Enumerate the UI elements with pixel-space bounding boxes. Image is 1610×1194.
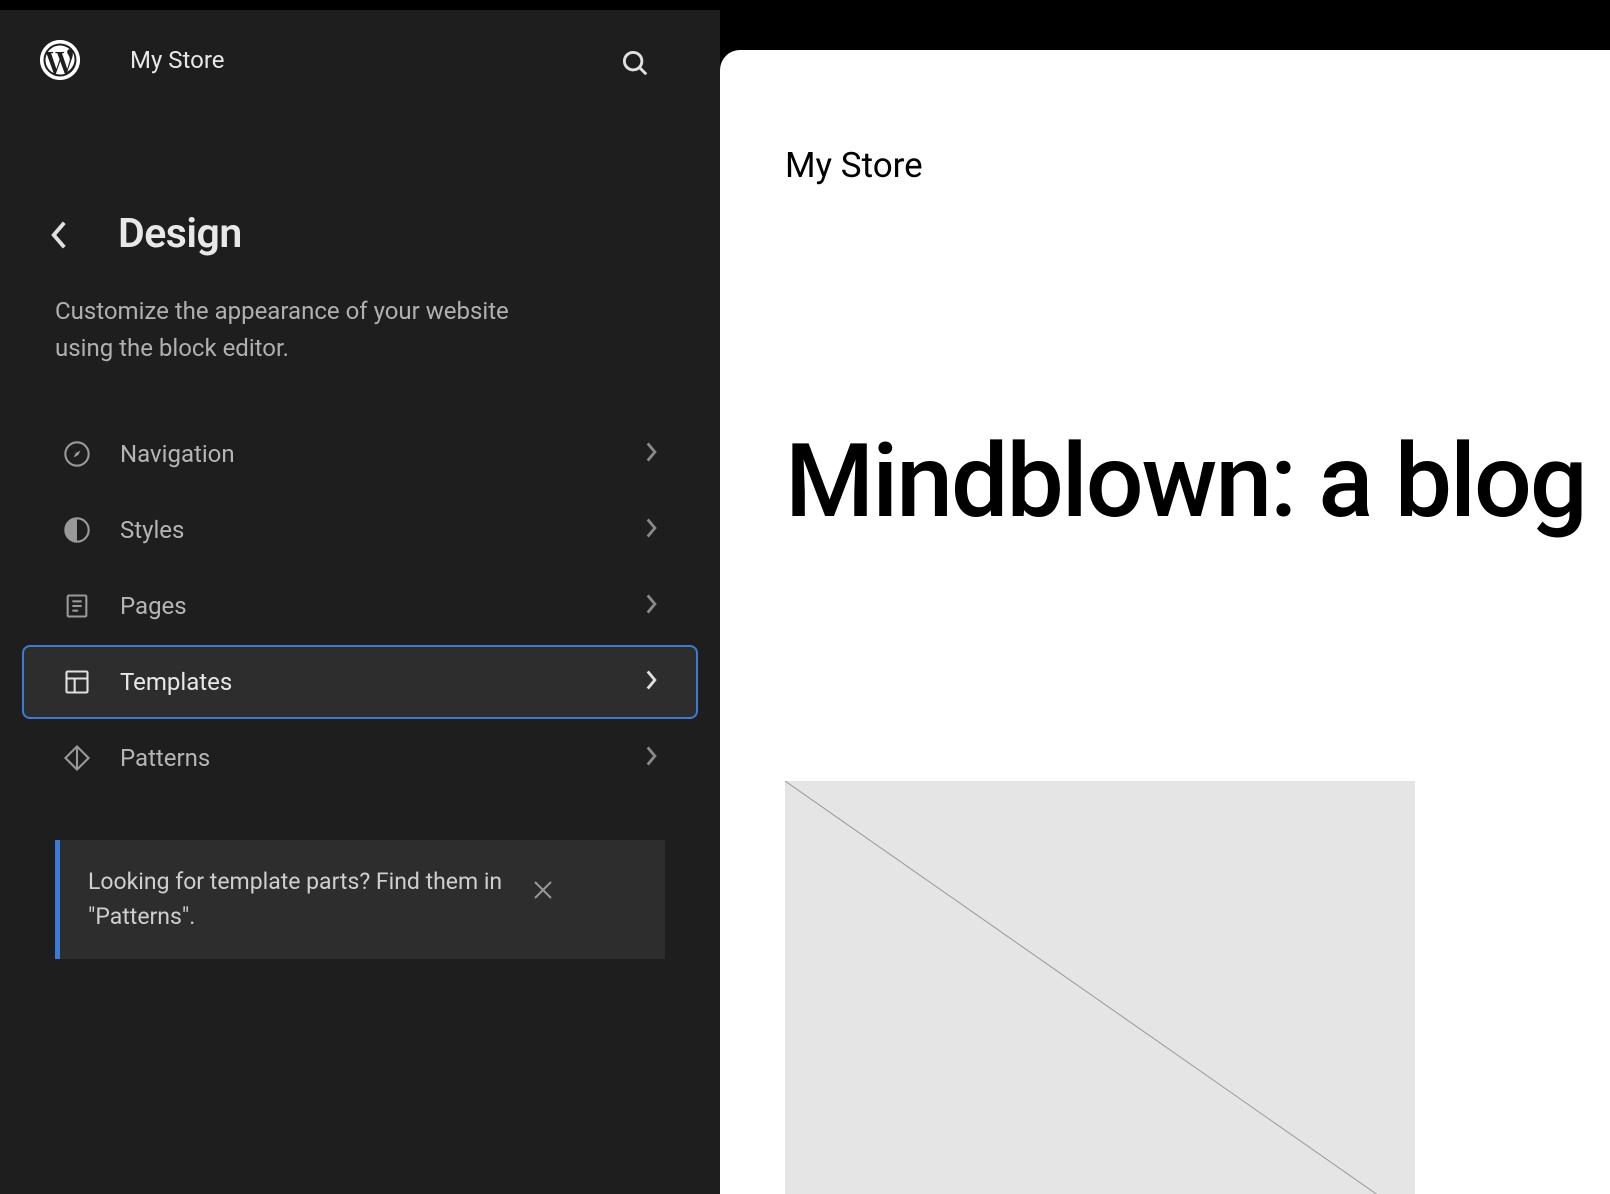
chevron-right-icon bbox=[646, 670, 658, 694]
chevron-left-icon bbox=[50, 234, 68, 253]
sidebar-item-templates[interactable]: Templates bbox=[22, 645, 698, 719]
back-button[interactable] bbox=[50, 216, 68, 253]
preview-image-placeholder bbox=[785, 781, 1415, 1194]
sidebar-item-label: Patterns bbox=[120, 744, 646, 772]
info-notice: Looking for template parts? Find them in… bbox=[55, 840, 665, 959]
notice-close-button[interactable] bbox=[523, 870, 563, 914]
sidebar-item-pages[interactable]: Pages bbox=[22, 569, 698, 643]
close-icon bbox=[531, 887, 555, 906]
preview-heading: Mindblown: a blog bbox=[785, 421, 1610, 541]
sidebar-item-patterns[interactable]: Patterns bbox=[22, 721, 698, 795]
site-preview[interactable]: My Store Mindblown: a blog bbox=[720, 50, 1610, 1194]
half-circle-icon bbox=[62, 515, 92, 545]
page-title-row: Design bbox=[0, 110, 720, 283]
search-icon bbox=[620, 63, 650, 82]
compass-icon bbox=[62, 439, 92, 469]
sidebar-item-label: Styles bbox=[120, 516, 646, 544]
chevron-right-icon bbox=[646, 442, 658, 466]
site-name[interactable]: My Store bbox=[130, 46, 224, 74]
design-nav-list: Navigation Styles Pages bbox=[0, 417, 720, 795]
layout-icon bbox=[62, 667, 92, 697]
diamond-icon bbox=[62, 743, 92, 773]
search-button[interactable] bbox=[620, 48, 650, 82]
wordpress-logo-icon[interactable] bbox=[40, 40, 80, 80]
document-icon bbox=[62, 591, 92, 621]
page-title: Design bbox=[118, 210, 242, 258]
app-container: My Store Design Customize the appearance… bbox=[0, 10, 1610, 1194]
sidebar-item-label: Templates bbox=[120, 668, 646, 696]
page-description: Customize the appearance of your website… bbox=[0, 283, 600, 417]
window-top-edge bbox=[0, 0, 1610, 10]
chevron-right-icon bbox=[646, 746, 658, 770]
preview-site-title: My Store bbox=[785, 145, 1610, 186]
sidebar-item-styles[interactable]: Styles bbox=[22, 493, 698, 567]
sidebar-item-label: Navigation bbox=[120, 440, 646, 468]
sidebar-header: My Store bbox=[0, 10, 720, 110]
sidebar-item-navigation[interactable]: Navigation bbox=[22, 417, 698, 491]
chevron-right-icon bbox=[646, 594, 658, 618]
chevron-right-icon bbox=[646, 518, 658, 542]
sidebar-item-label: Pages bbox=[120, 592, 646, 620]
notice-text: Looking for template parts? Find them in… bbox=[88, 865, 508, 934]
sidebar: My Store Design Customize the appearance… bbox=[0, 10, 720, 1194]
